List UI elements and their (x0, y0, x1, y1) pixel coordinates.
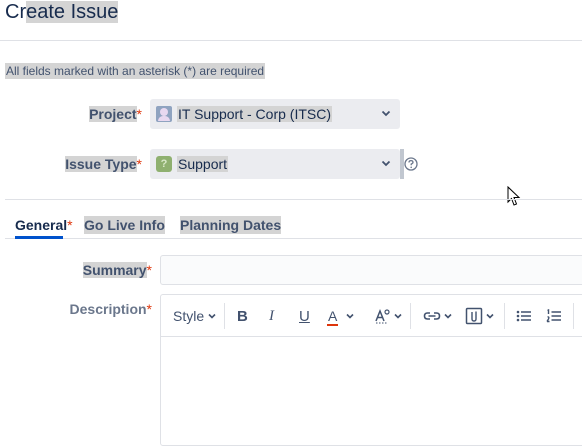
bullet-list-icon[interactable] (516, 303, 532, 329)
chevron-down-icon (444, 313, 452, 319)
toolbar-separator (410, 303, 411, 329)
tab-general-asterisk: * (67, 217, 73, 233)
summary-label: Summary* (60, 261, 152, 279)
project-select[interactable]: IT Support - Corp (ITSC) (150, 99, 400, 129)
style-label: Style (173, 308, 205, 324)
active-tab-indicator (15, 236, 63, 239)
description-label-text: Description (69, 301, 147, 317)
toolbar-separator (573, 303, 574, 329)
mouse-cursor-icon (507, 186, 521, 206)
title-lead: Cr (5, 1, 27, 23)
section-divider (5, 199, 582, 200)
chevron-down-icon (381, 160, 391, 167)
underline-icon[interactable]: U (299, 303, 310, 329)
toolbar-separator (504, 303, 505, 329)
page-title: Create Issue (5, 0, 119, 24)
numbered-list-icon[interactable] (546, 303, 562, 329)
issue-type-select[interactable]: ? Support (150, 149, 400, 179)
text-effects-icon[interactable] (374, 303, 403, 329)
toolbar-separator (224, 303, 225, 329)
project-asterisk: * (136, 106, 142, 122)
tab-planning-dates[interactable]: Planning Dates (180, 216, 282, 234)
help-icon[interactable] (404, 157, 418, 171)
bold-icon[interactable]: B (237, 303, 248, 329)
chevron-down-icon (381, 110, 391, 117)
issue-type-value: Support (177, 156, 229, 172)
chevron-down-icon (346, 313, 354, 319)
description-editor[interactable]: Style B I U A (160, 294, 582, 446)
summary-asterisk: * (146, 262, 152, 278)
project-value: IT Support - Corp (ITSC) (177, 106, 333, 122)
italic-icon[interactable]: I (269, 303, 274, 329)
description-label: Description* (50, 300, 152, 318)
summary-label-text: Summary (82, 262, 147, 278)
required-note: All fields marked with an asterisk (*) a… (5, 63, 266, 79)
tab-general-label: General (15, 217, 68, 233)
tab-go-live-info[interactable]: Go Live Info (84, 216, 165, 234)
link-icon[interactable] (423, 303, 453, 329)
tab-general[interactable]: General* (15, 216, 73, 234)
attachment-icon[interactable] (465, 303, 495, 329)
summary-input[interactable] (160, 255, 582, 285)
project-avatar-icon (156, 106, 172, 122)
project-label: Project* (60, 105, 142, 123)
issue-type-asterisk: * (136, 156, 142, 172)
chevron-down-icon (208, 313, 216, 319)
project-label-text: Project (89, 106, 137, 122)
issue-type-label: Issue Type* (40, 155, 142, 173)
title-rest: eate Issue (26, 1, 119, 23)
header-divider (0, 40, 582, 41)
chevron-down-icon (486, 313, 494, 319)
description-asterisk: * (146, 301, 152, 317)
toolbar-divider (161, 336, 582, 337)
chevron-down-icon (394, 313, 402, 319)
tabs-divider (5, 238, 582, 239)
support-type-icon: ? (156, 156, 172, 172)
text-color-icon[interactable]: A (327, 303, 355, 329)
issue-type-label-text: Issue Type (65, 156, 137, 172)
style-dropdown[interactable]: Style (173, 303, 217, 329)
